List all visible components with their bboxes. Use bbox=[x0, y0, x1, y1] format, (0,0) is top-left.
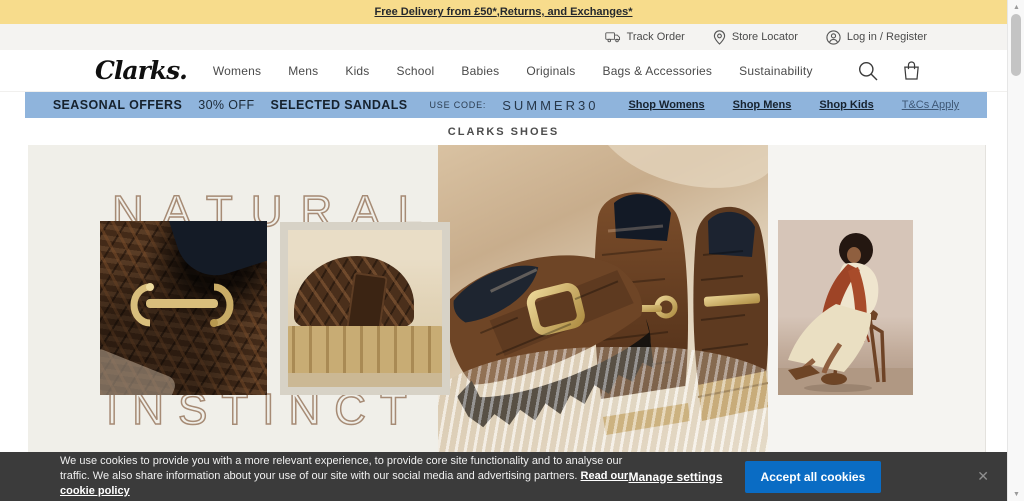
accept-all-cookies-button[interactable]: Accept all cookies bbox=[745, 461, 882, 493]
scroll-up-icon[interactable]: ▲ bbox=[1008, 0, 1024, 14]
track-order-label: Track Order bbox=[627, 31, 685, 43]
loafer-insole-shape bbox=[166, 221, 267, 286]
hero-banner[interactable]: NATURAL INSTINCT bbox=[28, 145, 986, 457]
hero-main-shoes-image bbox=[438, 145, 768, 457]
nav-item-womens[interactable]: Womens bbox=[213, 64, 261, 78]
creeper-shoe-image bbox=[280, 222, 450, 395]
promo-title: SEASONAL OFFERS bbox=[53, 98, 182, 112]
model-illustration bbox=[778, 220, 913, 395]
returns-exchanges-link[interactable]: Returns, and Exchanges* bbox=[500, 6, 633, 18]
creeper-floor-shape bbox=[288, 373, 442, 387]
store-locator-label: Store Locator bbox=[732, 31, 798, 43]
nav-item-school[interactable]: School bbox=[397, 64, 435, 78]
promo-bar: SEASONAL OFFERS 30% OFF SELECTED SANDALS… bbox=[25, 92, 987, 118]
tcs-apply-link[interactable]: T&Cs Apply bbox=[902, 99, 959, 111]
store-locator-link[interactable]: Store Locator bbox=[713, 30, 798, 45]
nav-item-bags-accessories[interactable]: Bags & Accessories bbox=[602, 64, 712, 78]
shop-womens-link[interactable]: Shop Womens bbox=[628, 99, 704, 111]
login-register-link[interactable]: Log in / Register bbox=[826, 30, 927, 45]
cookie-message-text: We use cookies to provide you with a mor… bbox=[60, 455, 622, 482]
page: Free Delivery from £50*, Returns, and Ex… bbox=[0, 0, 1007, 457]
fabric-texture bbox=[438, 347, 768, 457]
close-icon[interactable]: ✕ bbox=[977, 468, 989, 485]
viewport: Free Delivery from £50*, Returns, and Ex… bbox=[0, 0, 1024, 501]
nav-item-babies[interactable]: Babies bbox=[461, 64, 499, 78]
shop-kids-link[interactable]: Shop Kids bbox=[819, 99, 873, 111]
cookie-banner: We use cookies to provide you with a mor… bbox=[0, 452, 1007, 501]
location-pin-icon bbox=[713, 30, 726, 45]
nav-item-mens[interactable]: Mens bbox=[288, 64, 318, 78]
promo-code: SUMMER30 bbox=[502, 98, 598, 113]
search-icon[interactable] bbox=[858, 61, 878, 81]
clarks-logo[interactable]: Clarks. bbox=[95, 56, 187, 85]
free-delivery-banner: Free Delivery from £50*, Returns, and Ex… bbox=[0, 0, 1007, 24]
nav-icons bbox=[858, 60, 921, 81]
creeper-ridged-sole-shape bbox=[284, 326, 446, 374]
scroll-down-icon[interactable]: ▼ bbox=[1008, 487, 1024, 501]
utility-bar: Track Order Store Locator bbox=[0, 24, 1007, 50]
nav-items: Womens Mens Kids School Babies Originals… bbox=[213, 64, 813, 78]
manage-settings-link[interactable]: Manage settings bbox=[629, 470, 723, 484]
gold-chain-detail bbox=[122, 279, 242, 331]
loafer-sole-shape bbox=[100, 346, 178, 395]
login-register-label: Log in / Register bbox=[847, 31, 927, 43]
track-order-link[interactable]: Track Order bbox=[605, 31, 685, 43]
free-delivery-link[interactable]: Free Delivery from £50* bbox=[374, 6, 496, 18]
shop-mens-link[interactable]: Shop Mens bbox=[733, 99, 792, 111]
bag-icon[interactable] bbox=[902, 60, 921, 81]
nav-item-originals[interactable]: Originals bbox=[526, 64, 575, 78]
promo-offer: 30% OFF bbox=[198, 98, 254, 112]
cookie-message: We use cookies to provide you with a mor… bbox=[60, 454, 629, 499]
promo-target: SELECTED SANDALS bbox=[271, 98, 408, 112]
nav-item-kids[interactable]: Kids bbox=[345, 64, 369, 78]
scrollbar[interactable]: ▲ ▼ bbox=[1007, 0, 1024, 501]
scrollbar-thumb[interactable] bbox=[1011, 14, 1021, 76]
loafer-closeup-image bbox=[100, 221, 267, 395]
nav-item-sustainability[interactable]: Sustainability bbox=[739, 64, 813, 78]
user-icon bbox=[826, 30, 841, 45]
model-photo bbox=[778, 220, 913, 395]
page-title: CLARKS SHOES bbox=[0, 118, 1007, 145]
main-nav: Clarks. Womens Mens Kids School Babies O… bbox=[0, 50, 1007, 92]
promo-use-code-label: USE CODE: bbox=[429, 100, 486, 110]
truck-icon bbox=[605, 31, 621, 43]
